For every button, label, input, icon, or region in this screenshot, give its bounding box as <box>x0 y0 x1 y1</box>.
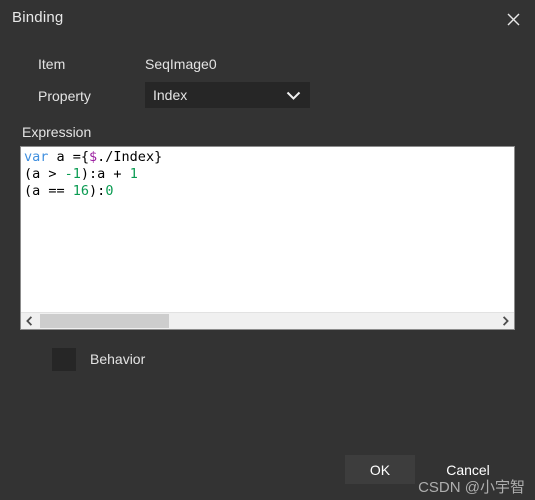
item-label: Item <box>38 56 66 72</box>
close-icon[interactable] <box>499 6 527 32</box>
behavior-checkbox[interactable] <box>52 348 76 371</box>
expression-line: var a ={$./Index} <box>24 149 514 166</box>
scrollbar-track[interactable] <box>38 313 497 329</box>
expression-token: ):a + <box>80 166 130 182</box>
expression-token: var <box>24 149 49 165</box>
expression-token: a ={ <box>48 149 90 165</box>
behavior-label: Behavior <box>90 351 146 367</box>
expression-editor-text[interactable]: var a ={$./Index} (a > -1):a + 1 (a == 16)… <box>24 149 514 200</box>
expression-line: (a == 16):0 <box>24 183 514 200</box>
property-dropdown[interactable]: Index <box>145 82 310 108</box>
dialog-title: Binding <box>12 9 64 26</box>
item-value: SeqImage0 <box>145 56 217 72</box>
chevron-left-icon[interactable] <box>21 313 38 329</box>
cancel-button[interactable]: Cancel <box>432 455 504 484</box>
chevron-right-icon[interactable] <box>497 313 514 329</box>
expression-token: -1 <box>64 166 81 182</box>
property-label: Property <box>38 88 91 104</box>
scrollbar-thumb[interactable] <box>40 314 169 328</box>
expression-token: 1 <box>129 166 138 182</box>
expression-horizontal-scrollbar[interactable] <box>21 312 514 329</box>
property-dropdown-value: Index <box>153 87 188 103</box>
expression-label: Expression <box>22 124 92 140</box>
binding-dialog: Binding Item SeqImage0 Property Index Ex… <box>0 0 535 500</box>
expression-token: 16 <box>72 183 90 199</box>
expression-token: $ <box>89 149 98 165</box>
expression-token: (a > <box>24 166 65 182</box>
title-bar: Binding <box>0 0 535 38</box>
expression-token: ): <box>89 183 106 199</box>
expression-token: ./Index} <box>97 149 163 165</box>
ok-button[interactable]: OK <box>345 455 415 484</box>
chevron-down-icon <box>286 91 301 100</box>
expression-token: 0 <box>105 183 114 199</box>
expression-token: (a == <box>24 183 73 199</box>
expression-editor[interactable]: var a ={$./Index} (a > -1):a + 1 (a == 16)… <box>20 146 515 330</box>
expression-line: (a > -1):a + 1 <box>24 166 514 183</box>
